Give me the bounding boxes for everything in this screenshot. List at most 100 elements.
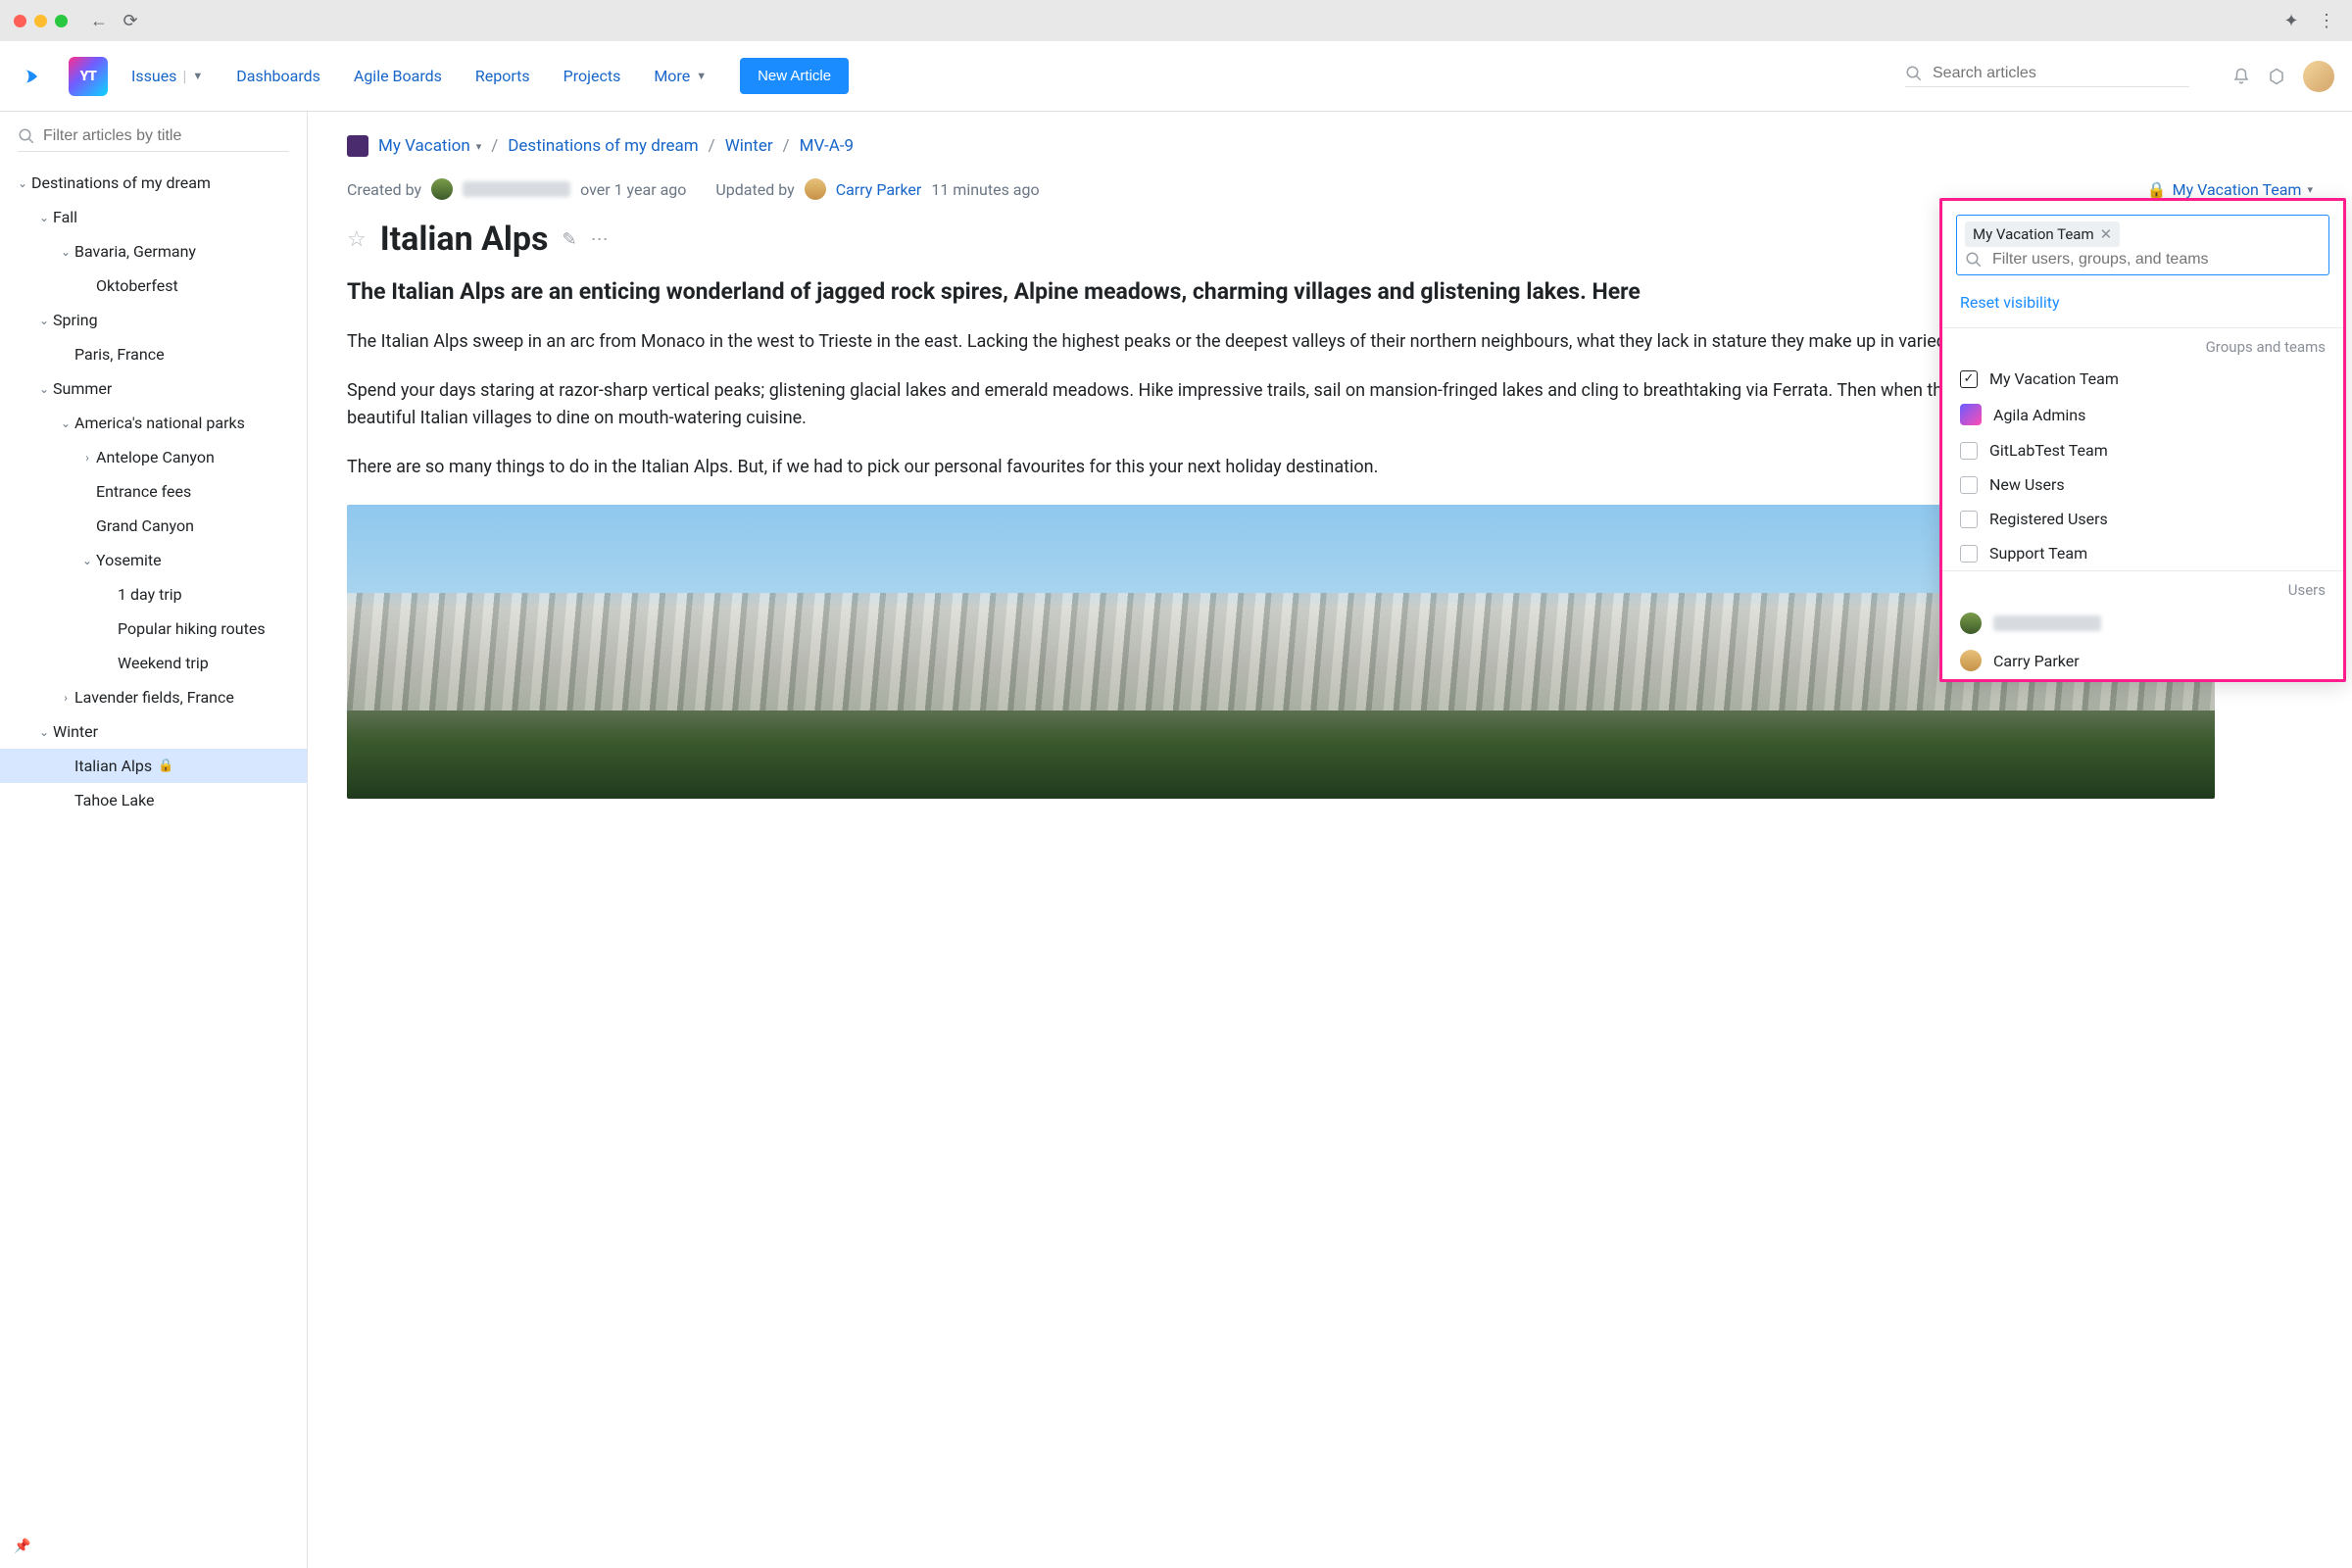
- chevron-down-icon: ⌄: [78, 554, 96, 567]
- breadcrumb-separator: /: [709, 136, 715, 156]
- tree-1day[interactable]: 1 day trip: [0, 577, 307, 612]
- tree-grand[interactable]: Grand Canyon: [0, 509, 307, 543]
- extensions-icon[interactable]: ✦: [2279, 9, 2303, 32]
- nav-reports[interactable]: Reports: [475, 67, 530, 85]
- visibility-option-user[interactable]: Carry Parker: [1942, 642, 2343, 679]
- search-icon: [18, 127, 35, 145]
- tree-bavaria[interactable]: ⌄Bavaria, Germany: [0, 234, 307, 269]
- reset-visibility-link[interactable]: Reset visibility: [1942, 289, 2343, 327]
- nav-issues[interactable]: Issues|▼: [131, 67, 203, 85]
- project-icon: [347, 135, 368, 157]
- nav-projects[interactable]: Projects: [564, 67, 621, 85]
- nav-more[interactable]: More ▼: [654, 67, 707, 85]
- breadcrumb-separator: /: [783, 136, 790, 156]
- visibility-input-box[interactable]: My Vacation Team✕: [1956, 215, 2329, 275]
- chevron-down-icon: ⌄: [35, 314, 53, 327]
- visibility-option-user[interactable]: [1942, 605, 2343, 642]
- article-tree-sidebar: ⌄Destinations of my dream ⌄Fall ⌄Bavaria…: [0, 112, 308, 1568]
- tree-italian-alps[interactable]: Italian Alps 🔒: [0, 749, 307, 783]
- app-rail-icon[interactable]: [18, 47, 45, 106]
- updated-by-label: Updated by: [715, 180, 794, 199]
- top-nav: YT Issues|▼ Dashboards Agile Boards Repo…: [0, 41, 2352, 112]
- visibility-option[interactable]: Agila Admins: [1942, 396, 2343, 433]
- tree-tahoe[interactable]: Tahoe Lake: [0, 783, 307, 817]
- visibility-option[interactable]: Registered Users: [1942, 502, 2343, 536]
- tree-spring[interactable]: ⌄Spring: [0, 303, 307, 337]
- tree-antelope[interactable]: ›Antelope Canyon: [0, 440, 307, 474]
- visibility-option[interactable]: ✓My Vacation Team: [1942, 362, 2343, 396]
- filter-input[interactable]: [43, 127, 289, 145]
- edit-icon[interactable]: ✎: [563, 229, 577, 250]
- tree-summer[interactable]: ⌄Summer: [0, 371, 307, 406]
- user-avatar-icon: [1960, 650, 1982, 671]
- browser-menu-icon[interactable]: ⋮: [2315, 9, 2338, 32]
- search-icon: [1965, 251, 1983, 269]
- maximize-window[interactable]: [55, 15, 68, 27]
- pin-icon[interactable]: 📌: [14, 1539, 30, 1554]
- nav-dashboards[interactable]: Dashboards: [236, 67, 320, 85]
- minimize-window[interactable]: [34, 15, 47, 27]
- checkbox[interactable]: [1960, 511, 1978, 528]
- close-window[interactable]: [14, 15, 26, 27]
- tree-fall[interactable]: ⌄Fall: [0, 200, 307, 234]
- page-title: Italian Alps: [380, 220, 549, 259]
- article-meta: Created by over 1 year ago Updated by Ca…: [347, 178, 2313, 200]
- user-avatar[interactable]: [2303, 61, 2334, 92]
- visibility-filter-input[interactable]: [1992, 251, 2321, 269]
- reload-button[interactable]: ⟳: [119, 9, 142, 32]
- groups-section-header: Groups and teams: [1942, 327, 2343, 362]
- visibility-option[interactable]: New Users: [1942, 467, 2343, 502]
- more-icon[interactable]: ⋯: [591, 229, 609, 250]
- breadcrumb-id[interactable]: MV-A-9: [800, 136, 854, 156]
- back-button[interactable]: ←: [87, 9, 111, 32]
- tree-lavender[interactable]: ›Lavender fields, France: [0, 680, 307, 714]
- visibility-dropdown[interactable]: 🔒 My Vacation Team ▾: [2147, 180, 2313, 199]
- article-paragraph: Spend your days staring at razor-sharp v…: [347, 377, 2215, 432]
- updater-name[interactable]: Carry Parker: [836, 180, 922, 199]
- article-subtitle: The Italian Alps are an enticing wonderl…: [347, 276, 2215, 307]
- chevron-down-icon: ⌄: [57, 245, 74, 259]
- tree-oktoberfest[interactable]: Oktoberfest: [0, 269, 307, 303]
- created-by-label: Created by: [347, 180, 421, 199]
- tree-weekend[interactable]: Weekend trip: [0, 646, 307, 680]
- tree-parks[interactable]: ⌄America's national parks: [0, 406, 307, 440]
- global-search[interactable]: [1905, 65, 2189, 87]
- creator-avatar: [431, 178, 453, 200]
- checkbox[interactable]: [1960, 442, 1978, 460]
- star-icon[interactable]: ☆: [347, 227, 367, 252]
- visibility-option[interactable]: Support Team: [1942, 536, 2343, 570]
- tree-entrance[interactable]: Entrance fees: [0, 474, 307, 509]
- search-input[interactable]: [1933, 65, 2189, 82]
- settings-icon[interactable]: [2268, 68, 2285, 85]
- nav-agile-boards[interactable]: Agile Boards: [354, 67, 442, 85]
- new-article-button[interactable]: New Article: [740, 58, 849, 94]
- chevron-down-icon: ⌄: [35, 725, 53, 739]
- nav-utility-icons: [2232, 61, 2334, 92]
- breadcrumb-l2[interactable]: Winter: [725, 136, 773, 156]
- article-main: My Vacation ▾ / Destinations of my dream…: [308, 112, 2352, 1568]
- created-ago: over 1 year ago: [580, 180, 686, 199]
- chevron-down-icon: ▾: [476, 140, 482, 153]
- breadcrumb-l1[interactable]: Destinations of my dream: [508, 136, 698, 156]
- tree-paris[interactable]: Paris, France: [0, 337, 307, 371]
- search-icon: [1905, 65, 1923, 82]
- sidebar-filter[interactable]: [18, 127, 289, 152]
- youtrack-logo[interactable]: YT: [69, 57, 108, 96]
- checkbox-checked[interactable]: ✓: [1960, 370, 1978, 388]
- visibility-token: My Vacation Team✕: [1965, 221, 2120, 247]
- visibility-option[interactable]: GitLabTest Team: [1942, 433, 2343, 467]
- logo-text: YT: [80, 69, 97, 84]
- lock-icon: 🔒: [2147, 180, 2167, 199]
- checkbox[interactable]: [1960, 476, 1978, 494]
- chevron-down-icon: ▼: [192, 70, 203, 82]
- tree-yosemite[interactable]: ⌄Yosemite: [0, 543, 307, 577]
- updater-avatar: [805, 178, 826, 200]
- breadcrumb-project[interactable]: My Vacation ▾: [378, 136, 481, 156]
- chevron-down-icon: ⌄: [35, 382, 53, 396]
- tree-root[interactable]: ⌄Destinations of my dream: [0, 166, 307, 200]
- tree-hiking[interactable]: Popular hiking routes: [0, 612, 307, 646]
- checkbox[interactable]: [1960, 545, 1978, 563]
- notifications-icon[interactable]: [2232, 68, 2250, 85]
- tree-winter[interactable]: ⌄Winter: [0, 714, 307, 749]
- remove-token-icon[interactable]: ✕: [2100, 225, 2113, 243]
